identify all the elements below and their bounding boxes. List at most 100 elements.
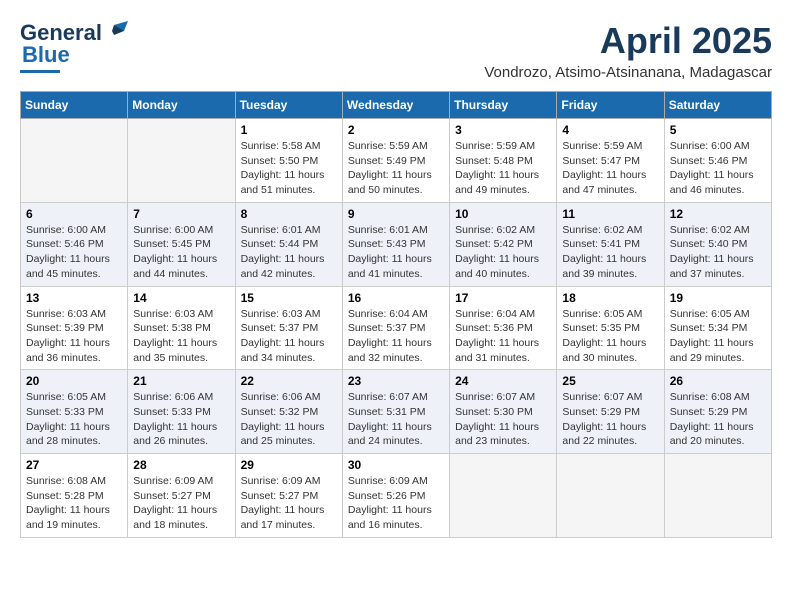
day-info: Sunrise: 6:09 AM Sunset: 5:27 PM Dayligh… [133,474,229,533]
day-info: Sunrise: 6:04 AM Sunset: 5:37 PM Dayligh… [348,307,444,366]
title-block: April 2025 Vondrozo, Atsimo-Atsinanana, … [484,20,772,81]
col-tuesday: Tuesday [235,92,342,119]
day-info: Sunrise: 6:05 AM Sunset: 5:35 PM Dayligh… [562,307,658,366]
col-friday: Friday [557,92,664,119]
table-row: 1 Sunrise: 5:58 AM Sunset: 5:50 PM Daylig… [235,119,342,203]
day-number: 1 [241,123,337,137]
day-info: Sunrise: 6:04 AM Sunset: 5:36 PM Dayligh… [455,307,551,366]
day-number: 13 [26,291,122,305]
table-row: 8Sunrise: 6:01 AM Sunset: 5:44 PM Daylig… [235,202,342,286]
table-row: 15 Sunrise: 6:03 AM Sunset: 5:37 PM Dayli… [235,286,342,370]
calendar-week-row: 27 Sunrise: 6:08 AM Sunset: 5:28 PM Dayli… [21,454,772,538]
day-info: Sunrise: 5:59 AM Sunset: 5:47 PM Dayligh… [562,139,658,198]
table-row: 3Sunrise: 5:59 AM Sunset: 5:48 PM Daylig… [450,119,557,203]
day-info: Sunrise: 6:06 AM Sunset: 5:32 PM Dayligh… [241,390,337,449]
table-row: 26 Sunrise: 6:08 AM Sunset: 5:29 PM Dayli… [664,370,771,454]
day-info: Sunrise: 5:59 AM Sunset: 5:49 PM Dayligh… [348,139,444,198]
day-number: 22 [241,374,337,388]
logo: General Blue [20,20,128,73]
day-number: 28 [133,458,229,472]
calendar-week-row: 6 Sunrise: 6:00 AM Sunset: 5:46 PM Daylig… [21,202,772,286]
day-number: 29 [241,458,337,472]
day-info: Sunrise: 6:06 AM Sunset: 5:33 PM Dayligh… [133,390,229,449]
col-thursday: Thursday [450,92,557,119]
calendar-week-row: 1 Sunrise: 5:58 AM Sunset: 5:50 PM Daylig… [21,119,772,203]
col-sunday: Sunday [21,92,128,119]
day-info: Sunrise: 5:58 AM Sunset: 5:50 PM Dayligh… [241,139,337,198]
table-row: 23 Sunrise: 6:07 AM Sunset: 5:31 PM Dayli… [342,370,449,454]
day-info: Sunrise: 6:05 AM Sunset: 5:33 PM Dayligh… [26,390,122,449]
table-row: 13 Sunrise: 6:03 AM Sunset: 5:39 PM Dayli… [21,286,128,370]
table-row: 17 Sunrise: 6:04 AM Sunset: 5:36 PM Dayli… [450,286,557,370]
calendar-header-row: Sunday Monday Tuesday Wednesday Thursday… [21,92,772,119]
table-row: 11Sunrise: 6:02 AM Sunset: 5:41 PM Dayli… [557,202,664,286]
day-number: 4 [562,123,658,137]
day-info: Sunrise: 6:07 AM Sunset: 5:29 PM Dayligh… [562,390,658,449]
col-monday: Monday [128,92,235,119]
calendar-week-row: 13 Sunrise: 6:03 AM Sunset: 5:39 PM Dayli… [21,286,772,370]
day-number: 12 [670,207,766,221]
day-number: 20 [26,374,122,388]
day-number: 16 [348,291,444,305]
table-row: 19 Sunrise: 6:05 AM Sunset: 5:34 PM Dayli… [664,286,771,370]
day-number: 25 [562,374,658,388]
table-row: 29 Sunrise: 6:09 AM Sunset: 5:27 PM Dayli… [235,454,342,538]
day-number: 11 [562,207,658,221]
day-info: Sunrise: 6:07 AM Sunset: 5:31 PM Dayligh… [348,390,444,449]
col-saturday: Saturday [664,92,771,119]
col-wednesday: Wednesday [342,92,449,119]
logo-bird-icon [106,21,128,43]
table-row: 28 Sunrise: 6:09 AM Sunset: 5:27 PM Dayli… [128,454,235,538]
table-row: 20 Sunrise: 6:05 AM Sunset: 5:33 PM Dayli… [21,370,128,454]
table-row: 6 Sunrise: 6:00 AM Sunset: 5:46 PM Daylig… [21,202,128,286]
day-number: 19 [670,291,766,305]
day-number: 6 [26,207,122,221]
day-number: 26 [670,374,766,388]
day-info: Sunrise: 6:02 AM Sunset: 5:40 PM Dayligh… [670,223,766,282]
table-row: 4 Sunrise: 5:59 AM Sunset: 5:47 PM Daylig… [557,119,664,203]
table-row: 12 Sunrise: 6:02 AM Sunset: 5:40 PM Dayli… [664,202,771,286]
day-number: 27 [26,458,122,472]
logo-blue: Blue [22,42,70,68]
day-info: Sunrise: 6:03 AM Sunset: 5:37 PM Dayligh… [241,307,337,366]
table-row: 16 Sunrise: 6:04 AM Sunset: 5:37 PM Dayli… [342,286,449,370]
day-info: Sunrise: 6:00 AM Sunset: 5:46 PM Dayligh… [670,139,766,198]
day-number: 23 [348,374,444,388]
day-info: Sunrise: 6:03 AM Sunset: 5:39 PM Dayligh… [26,307,122,366]
table-row: 22 Sunrise: 6:06 AM Sunset: 5:32 PM Dayli… [235,370,342,454]
day-info: Sunrise: 6:08 AM Sunset: 5:29 PM Dayligh… [670,390,766,449]
header: General Blue April 2025 Vondrozo, Atsimo… [20,20,772,81]
table-row [450,454,557,538]
day-number: 21 [133,374,229,388]
table-row: 27 Sunrise: 6:08 AM Sunset: 5:28 PM Dayli… [21,454,128,538]
table-row: 30Sunrise: 6:09 AM Sunset: 5:26 PM Dayli… [342,454,449,538]
table-row [21,119,128,203]
day-number: 10 [455,207,551,221]
table-row [664,454,771,538]
calendar-week-row: 20 Sunrise: 6:05 AM Sunset: 5:33 PM Dayli… [21,370,772,454]
table-row: 24Sunrise: 6:07 AM Sunset: 5:30 PM Dayli… [450,370,557,454]
table-row: 5Sunrise: 6:00 AM Sunset: 5:46 PM Daylig… [664,119,771,203]
day-number: 17 [455,291,551,305]
day-info: Sunrise: 6:00 AM Sunset: 5:45 PM Dayligh… [133,223,229,282]
day-info: Sunrise: 6:00 AM Sunset: 5:46 PM Dayligh… [26,223,122,282]
day-info: Sunrise: 6:08 AM Sunset: 5:28 PM Dayligh… [26,474,122,533]
table-row: 25 Sunrise: 6:07 AM Sunset: 5:29 PM Dayli… [557,370,664,454]
day-info: Sunrise: 6:07 AM Sunset: 5:30 PM Dayligh… [455,390,551,449]
location-title: Vondrozo, Atsimo-Atsinanana, Madagascar [484,64,772,81]
table-row: 9Sunrise: 6:01 AM Sunset: 5:43 PM Daylig… [342,202,449,286]
day-info: Sunrise: 6:09 AM Sunset: 5:27 PM Dayligh… [241,474,337,533]
day-number: 14 [133,291,229,305]
logo-underline [20,70,60,73]
day-number: 8 [241,207,337,221]
day-info: Sunrise: 5:59 AM Sunset: 5:48 PM Dayligh… [455,139,551,198]
table-row: 14Sunrise: 6:03 AM Sunset: 5:38 PM Dayli… [128,286,235,370]
table-row [557,454,664,538]
day-info: Sunrise: 6:05 AM Sunset: 5:34 PM Dayligh… [670,307,766,366]
table-row [128,119,235,203]
day-number: 9 [348,207,444,221]
day-info: Sunrise: 6:09 AM Sunset: 5:26 PM Dayligh… [348,474,444,533]
month-title: April 2025 [484,20,772,62]
table-row: 10Sunrise: 6:02 AM Sunset: 5:42 PM Dayli… [450,202,557,286]
day-number: 15 [241,291,337,305]
